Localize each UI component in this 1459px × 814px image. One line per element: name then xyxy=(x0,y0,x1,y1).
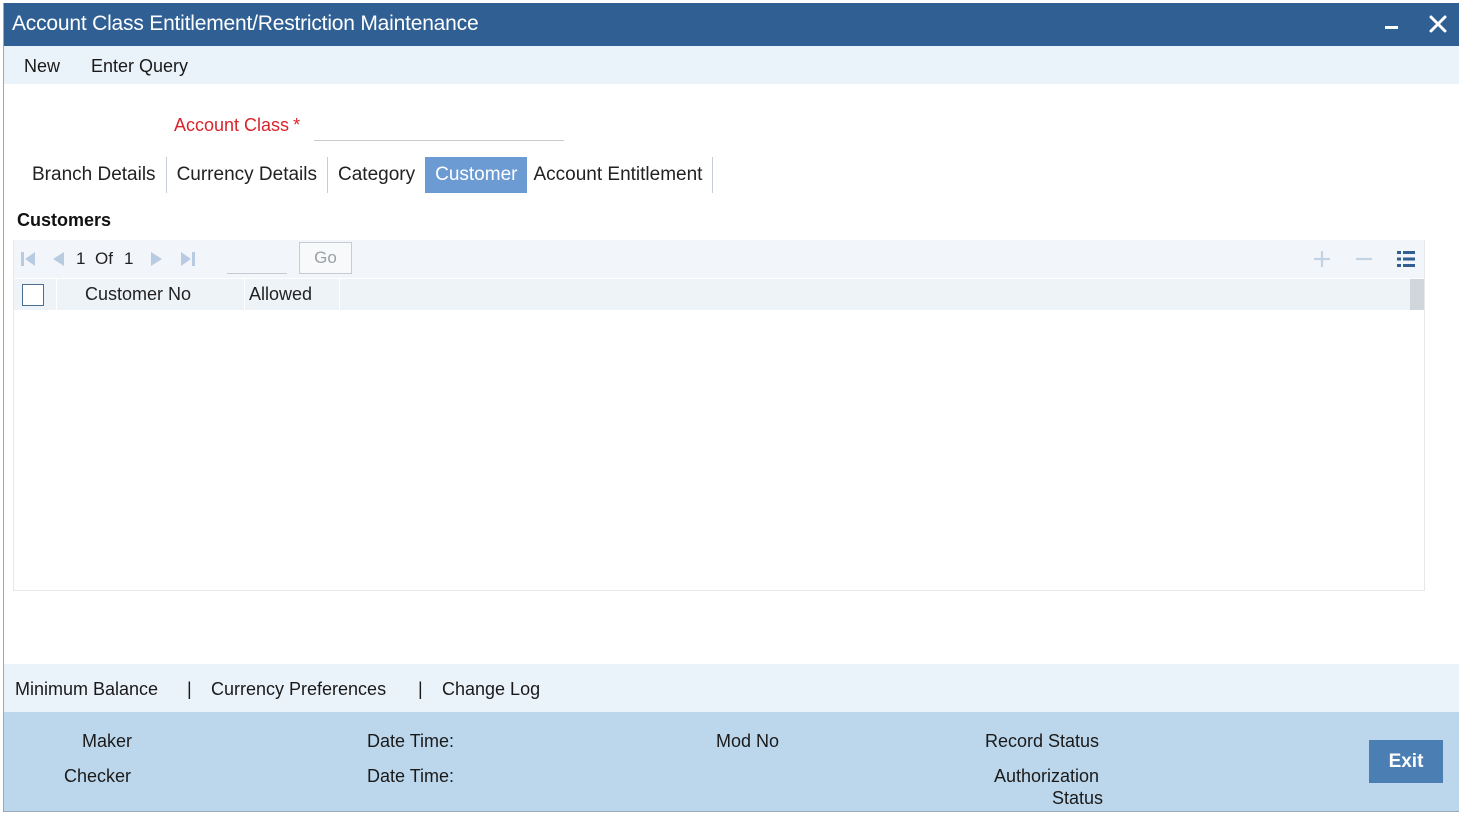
tab-branch-details[interactable]: Branch Details xyxy=(22,157,167,193)
select-all-checkbox[interactable] xyxy=(22,284,44,306)
tab-account-entitlement[interactable]: Account Entitlement xyxy=(527,157,714,193)
column-divider xyxy=(244,279,245,310)
grid-header: Customer No Allowed xyxy=(14,279,1424,310)
delete-row-icon[interactable] xyxy=(1353,248,1375,270)
separator: | xyxy=(418,679,423,699)
required-marker: * xyxy=(293,115,301,135)
account-class-label: Account Class * xyxy=(174,115,300,136)
page-number-input[interactable] xyxy=(227,246,287,274)
column-divider xyxy=(56,279,57,310)
customers-grid: 1 Of 1 Go Customer No Allowed xyxy=(13,240,1425,591)
exit-button[interactable]: Exit xyxy=(1369,740,1443,783)
maker-date-time-label: Date Time: xyxy=(367,731,455,751)
change-log-link[interactable]: Change Log xyxy=(442,679,540,700)
record-status-label: Record Status xyxy=(985,731,1100,751)
grid-scrollbar[interactable] xyxy=(1410,279,1424,310)
last-page-icon[interactable] xyxy=(178,249,198,269)
tab-category[interactable]: Category xyxy=(328,157,425,193)
account-class-label-text: Account Class xyxy=(174,115,290,135)
column-divider xyxy=(339,279,340,310)
total-pages: 1 xyxy=(124,249,134,268)
current-page: 1 xyxy=(76,249,86,268)
authorization-status-label: Authorization xyxy=(994,766,1100,786)
column-header-allowed[interactable]: Allowed xyxy=(249,284,312,305)
authorization-status-label-line2: Status xyxy=(1052,788,1104,808)
grid-pager: 1 Of 1 Go xyxy=(14,240,1424,278)
separator: | xyxy=(187,679,192,699)
next-page-icon[interactable] xyxy=(147,249,167,269)
currency-preferences-link[interactable]: Currency Preferences xyxy=(211,679,386,700)
close-icon[interactable] xyxy=(1425,11,1451,37)
maintenance-window: Account Class Entitlement/Restriction Ma… xyxy=(3,3,1459,812)
minimum-balance-link[interactable]: Minimum Balance xyxy=(15,679,158,700)
toolbar: New Enter Query xyxy=(4,46,1459,84)
enter-query-button[interactable]: Enter Query xyxy=(91,56,188,77)
subscreen-bar: Minimum Balance | Currency Preferences |… xyxy=(4,664,1459,712)
checker-label: Checker xyxy=(64,766,132,786)
tab-bar: Branch Details Currency Details Category… xyxy=(22,157,714,193)
window-title: Account Class Entitlement/Restriction Ma… xyxy=(12,12,479,35)
mod-no-label: Mod No xyxy=(716,731,780,751)
first-page-icon[interactable] xyxy=(18,249,38,269)
tab-currency-details[interactable]: Currency Details xyxy=(167,157,328,193)
new-button[interactable]: New xyxy=(24,56,60,77)
column-header-customer-no[interactable]: Customer No xyxy=(85,284,191,305)
tab-customer[interactable]: Customer xyxy=(425,157,528,193)
go-button[interactable]: Go xyxy=(299,242,352,274)
customers-section-title: Customers xyxy=(17,210,112,230)
checker-date-time-label: Date Time: xyxy=(367,766,455,786)
title-bar: Account Class Entitlement/Restriction Ma… xyxy=(4,3,1459,46)
single-view-icon[interactable] xyxy=(1395,248,1417,270)
minimize-icon[interactable] xyxy=(1381,13,1403,35)
maker-label: Maker xyxy=(82,731,133,751)
account-class-input[interactable] xyxy=(314,113,564,141)
page-of-label: Of xyxy=(95,249,113,268)
add-row-icon[interactable] xyxy=(1311,248,1333,270)
audit-panel: Maker Checker Date Time: Date Time: Mod … xyxy=(4,712,1459,811)
previous-page-icon[interactable] xyxy=(48,249,68,269)
